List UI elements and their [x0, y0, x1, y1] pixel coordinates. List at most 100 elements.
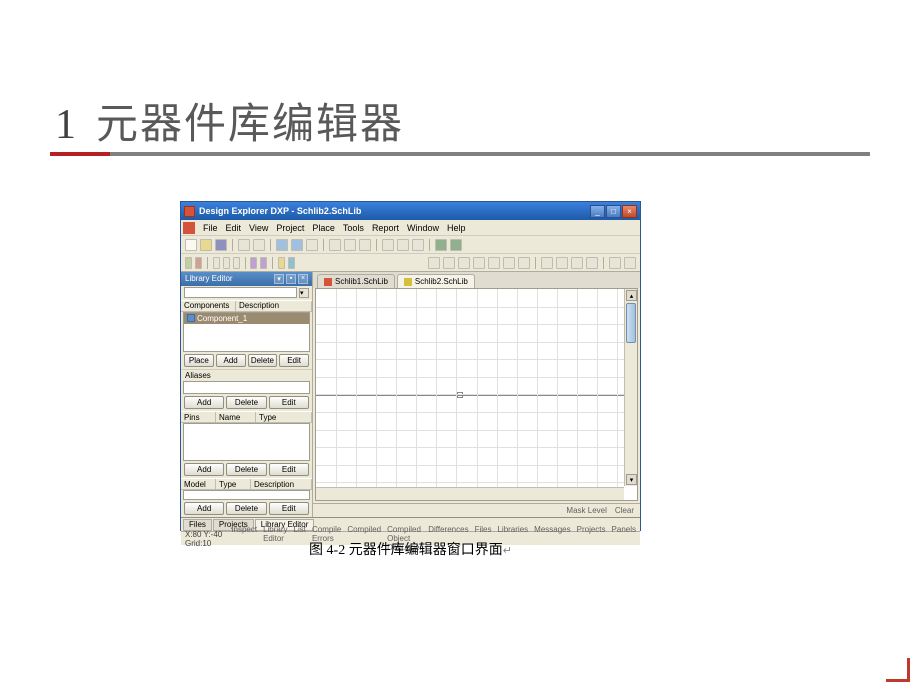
status-panels-link[interactable]: Panels — [612, 525, 636, 552]
cut-icon[interactable] — [329, 239, 341, 251]
zoom-select-icon[interactable] — [306, 239, 318, 251]
tool2-6[interactable] — [250, 257, 257, 269]
scroll-thumb[interactable] — [626, 303, 636, 343]
menu-project[interactable]: Project — [276, 223, 304, 233]
alias-edit-button[interactable]: Edit — [269, 396, 309, 409]
draw-ellipse-icon[interactable] — [473, 257, 485, 269]
component-row[interactable]: Component_1 — [184, 313, 309, 324]
tool2-8[interactable] — [278, 257, 285, 269]
scroll-up-icon[interactable]: ▴ — [626, 290, 637, 301]
panel-dropdown-icon[interactable]: ▾ — [274, 274, 284, 284]
new-icon[interactable] — [185, 239, 197, 251]
model-col3[interactable]: Description — [251, 479, 312, 489]
menu-view[interactable]: View — [249, 223, 268, 233]
deselect-icon[interactable] — [412, 239, 424, 251]
status-inspect[interactable]: Inspect — [231, 525, 257, 552]
copy-icon[interactable] — [344, 239, 356, 251]
pins-col1[interactable]: Pins — [181, 412, 216, 422]
grid-icon[interactable] — [624, 257, 636, 269]
delete-button[interactable]: Delete — [248, 354, 278, 367]
model-edit-button[interactable]: Edit — [269, 502, 309, 515]
tool2-5[interactable] — [233, 257, 240, 269]
pins-col3[interactable]: Type — [256, 412, 312, 422]
add-button[interactable]: Add — [216, 354, 246, 367]
edit-button[interactable]: Edit — [279, 354, 309, 367]
status-messages[interactable]: Messages — [534, 525, 570, 552]
scrollbar-vertical[interactable]: ▴ ▾ — [624, 289, 637, 486]
model-col1[interactable]: Model — [181, 479, 216, 489]
pins-col2[interactable]: Name — [216, 412, 256, 422]
drawing-canvas[interactable]: ▴ ▾ — [315, 288, 638, 501]
draw-arc-icon[interactable] — [458, 257, 470, 269]
maximize-button[interactable]: □ — [606, 205, 621, 218]
tool2-3[interactable] — [213, 257, 220, 269]
grid — [316, 289, 637, 500]
scroll-down-icon[interactable]: ▾ — [626, 474, 637, 485]
paste-icon[interactable] — [359, 239, 371, 251]
zoom-fit-icon[interactable] — [276, 239, 288, 251]
menu-window[interactable]: Window — [407, 223, 439, 233]
menu-file[interactable]: File — [203, 223, 218, 233]
status-projects[interactable]: Projects — [577, 525, 606, 552]
menu-edit[interactable]: Edit — [226, 223, 242, 233]
draw-text-icon[interactable] — [518, 257, 530, 269]
place-pin-icon[interactable] — [541, 257, 553, 269]
panel-close-icon[interactable]: × — [298, 274, 308, 284]
pin-add-button[interactable]: Add — [184, 463, 224, 476]
clear-link[interactable]: Clear — [615, 506, 634, 515]
model-header: Model Type Description — [181, 478, 312, 490]
close-button[interactable]: × — [622, 205, 637, 218]
components-col1[interactable]: Components — [181, 301, 236, 311]
toolbar-secondary — [181, 254, 640, 272]
titlebar: Design Explorer DXP - Schlib2.SchLib _ □… — [181, 202, 640, 220]
canvas-tab-1[interactable]: Schlib1.SchLib — [317, 274, 395, 288]
alias-add-button[interactable]: Add — [184, 396, 224, 409]
place-ieee-icon[interactable] — [556, 257, 568, 269]
mask-level[interactable]: Mask Level — [566, 506, 606, 515]
filter-clear-icon[interactable]: ▾ — [299, 288, 309, 298]
menu-tools[interactable]: Tools — [343, 223, 364, 233]
zoom-area-icon[interactable] — [291, 239, 303, 251]
alias-delete-button[interactable]: Delete — [226, 396, 266, 409]
tool2-9[interactable] — [288, 257, 295, 269]
scrollbar-horizontal[interactable] — [316, 487, 624, 500]
draw-line-icon[interactable] — [428, 257, 440, 269]
canvas-tab-2[interactable]: Schlib2.SchLib — [397, 274, 475, 288]
tool2-2[interactable] — [195, 257, 202, 269]
tool2-1[interactable] — [185, 257, 192, 269]
components-col2[interactable]: Description — [236, 301, 312, 311]
status-libedit[interactable]: Library Editor — [263, 525, 287, 552]
window-title: Design Explorer DXP - Schlib2.SchLib — [199, 206, 590, 216]
menu-help[interactable]: Help — [447, 223, 466, 233]
status-list[interactable]: List — [294, 525, 306, 552]
minimize-button[interactable]: _ — [590, 205, 605, 218]
move-icon[interactable] — [397, 239, 409, 251]
menu-report[interactable]: Report — [372, 223, 399, 233]
select-icon[interactable] — [382, 239, 394, 251]
draw-polyline-icon[interactable] — [443, 257, 455, 269]
place-part-icon[interactable] — [571, 257, 583, 269]
model-delete-button[interactable]: Delete — [226, 502, 266, 515]
draw-polygon-icon[interactable] — [503, 257, 515, 269]
redo-icon[interactable] — [450, 239, 462, 251]
array-icon[interactable] — [609, 257, 621, 269]
pin-edit-button[interactable]: Edit — [269, 463, 309, 476]
filter-input[interactable] — [184, 287, 297, 298]
doc-icon — [404, 278, 412, 286]
tool2-7[interactable] — [260, 257, 267, 269]
pin-delete-button[interactable]: Delete — [226, 463, 266, 476]
place-button[interactable]: Place — [184, 354, 214, 367]
tool2-4[interactable] — [223, 257, 230, 269]
dxp-icon[interactable] — [183, 222, 195, 234]
draw-rect-icon[interactable] — [488, 257, 500, 269]
menu-place[interactable]: Place — [312, 223, 335, 233]
preview-icon[interactable] — [253, 239, 265, 251]
model-col2[interactable]: Type — [216, 479, 251, 489]
print-icon[interactable] — [238, 239, 250, 251]
model-add-button[interactable]: Add — [184, 502, 224, 515]
save-icon[interactable] — [215, 239, 227, 251]
open-icon[interactable] — [200, 239, 212, 251]
undo-icon[interactable] — [435, 239, 447, 251]
panel-pin-icon[interactable]: ▪ — [286, 274, 296, 284]
place-image-icon[interactable] — [586, 257, 598, 269]
